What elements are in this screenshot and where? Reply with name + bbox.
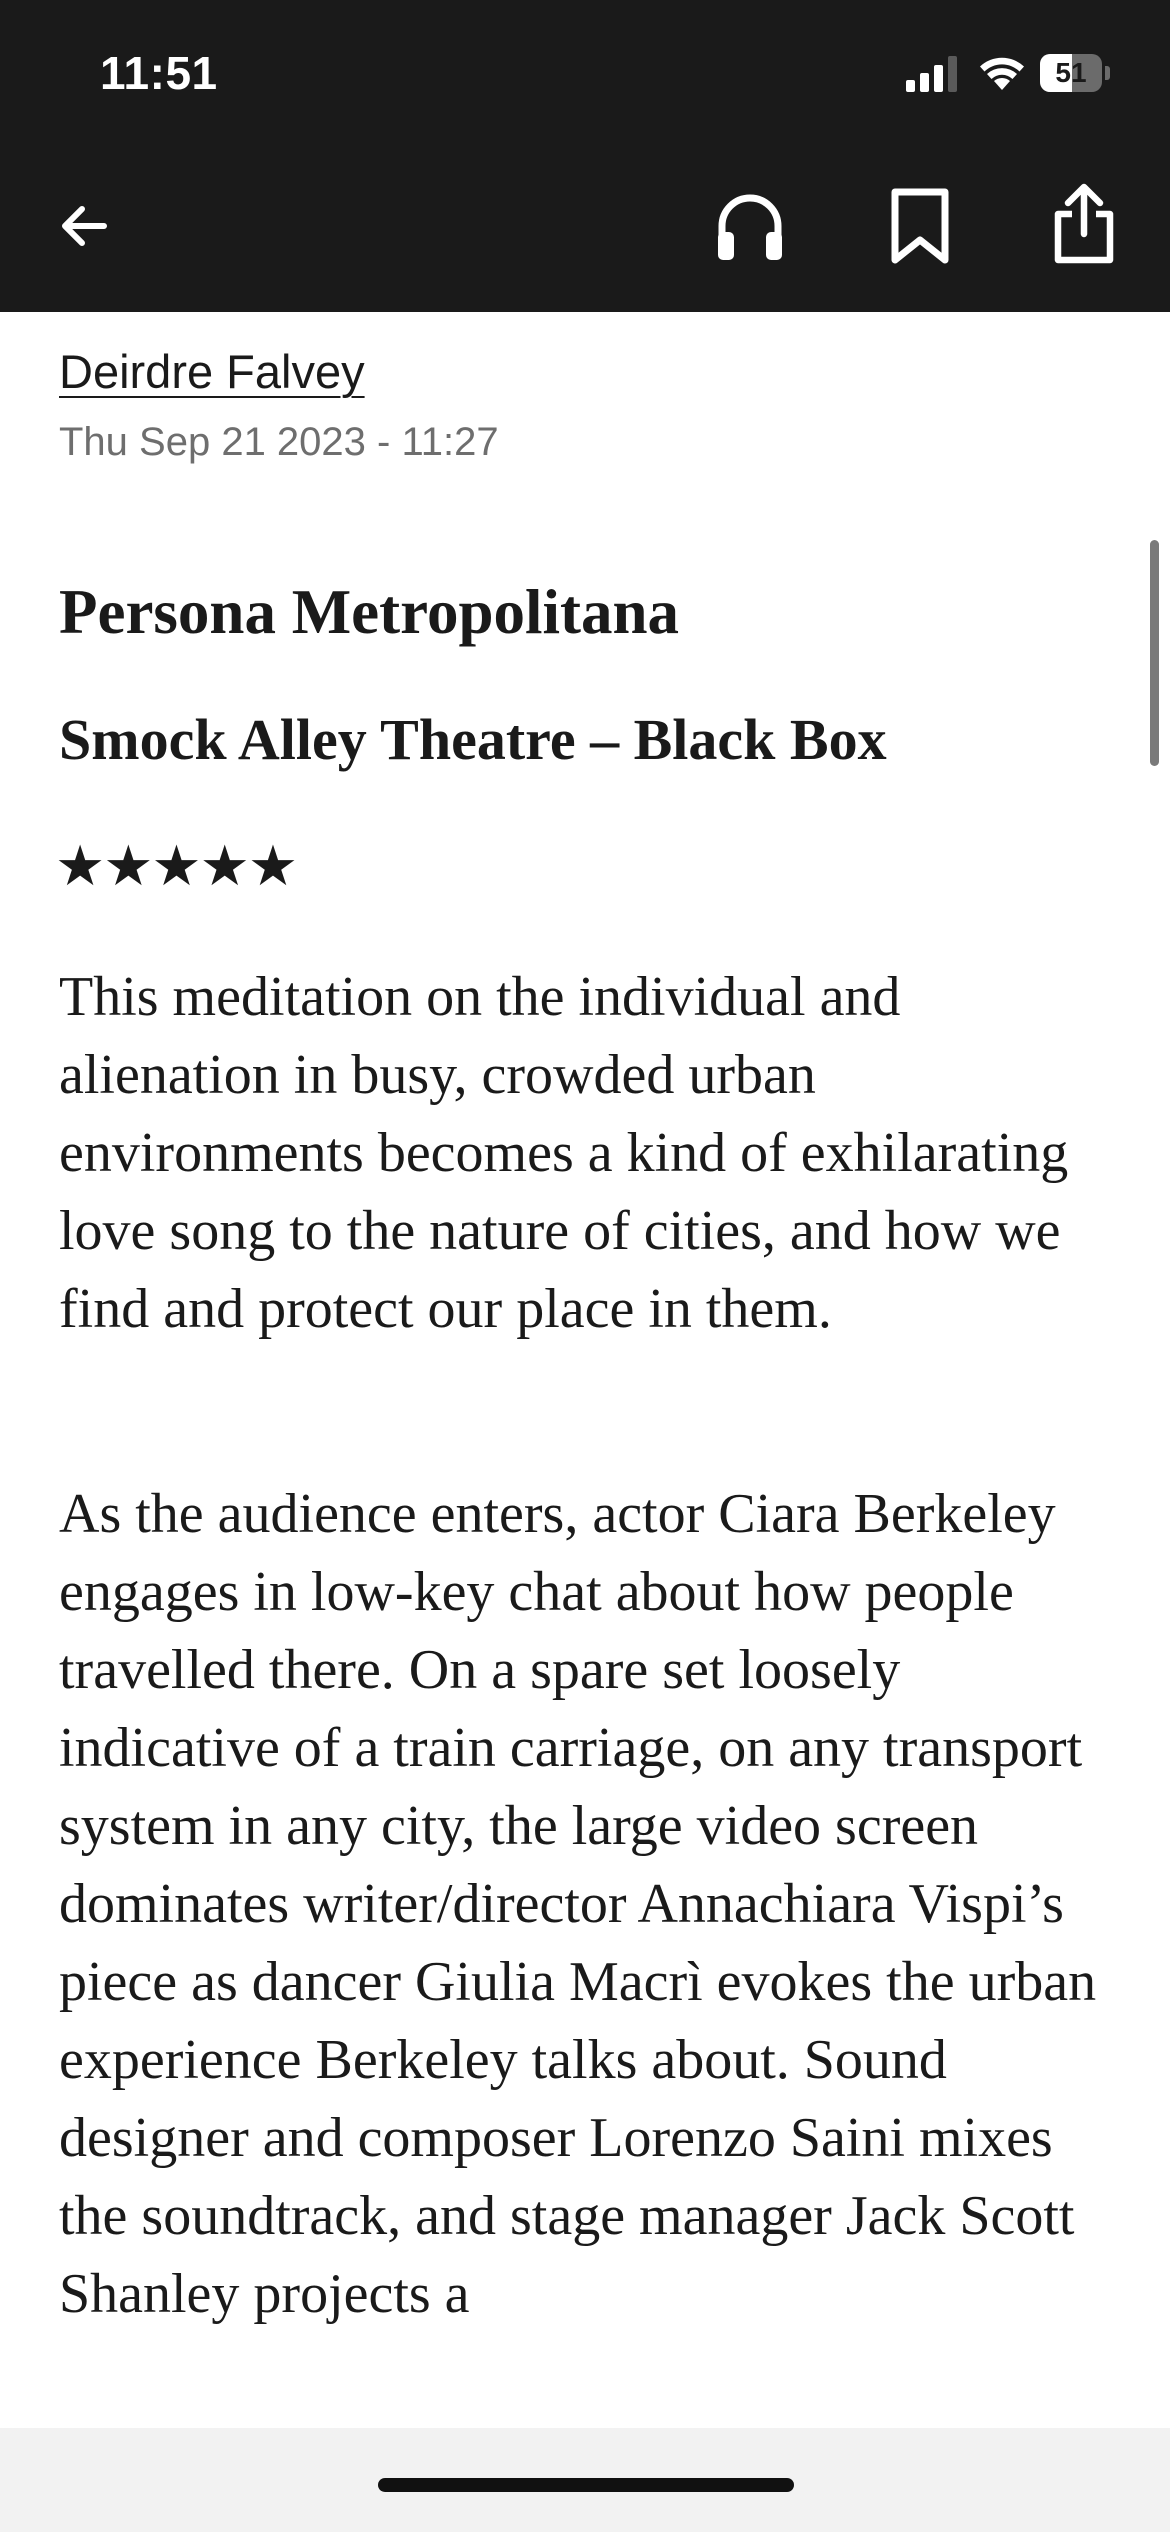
arrow-left-icon xyxy=(62,206,107,246)
venue-subtitle: Smock Alley Theatre – Black Box xyxy=(59,707,887,772)
battery-tip xyxy=(1105,66,1110,80)
publish-date: Thu Sep 21 2023 - 11:27 xyxy=(59,420,499,464)
share-icon xyxy=(1054,183,1114,264)
back-button[interactable] xyxy=(36,178,132,274)
bottom-bar xyxy=(0,2428,1170,2532)
listen-button[interactable] xyxy=(702,178,798,274)
author-link[interactable]: Deirdre Falvey xyxy=(59,344,365,399)
bookmark-icon xyxy=(891,188,949,264)
status-bar: 11:51 51 xyxy=(0,0,1170,150)
bookmark-button[interactable] xyxy=(872,178,968,274)
article-toolbar xyxy=(0,150,1170,312)
battery-level: 51 xyxy=(1055,57,1087,88)
headphones-icon xyxy=(718,194,782,260)
cellular-signal-icon xyxy=(906,56,957,92)
status-time: 11:51 xyxy=(100,47,218,99)
article-paragraph: This meditation on the individual and al… xyxy=(59,966,1069,1340)
article-title: Persona Metropolitana xyxy=(59,577,680,647)
wifi-icon xyxy=(980,57,1024,90)
app-header: 11:51 51 xyxy=(0,0,1170,312)
article-paragraph: As the audience enters, actor Ciara Berk… xyxy=(59,1483,1097,2325)
battery-body: 51 xyxy=(1040,54,1102,92)
battery-indicator: 51 xyxy=(1040,54,1110,92)
home-indicator[interactable] xyxy=(378,2478,794,2492)
article-content[interactable]: Deirdre Falvey Thu Sep 21 2023 - 11:27 P… xyxy=(0,312,1170,2428)
star-rating: ★★★★★ xyxy=(55,834,298,899)
share-button[interactable] xyxy=(1036,176,1132,272)
scrollbar[interactable] xyxy=(1150,540,1159,766)
